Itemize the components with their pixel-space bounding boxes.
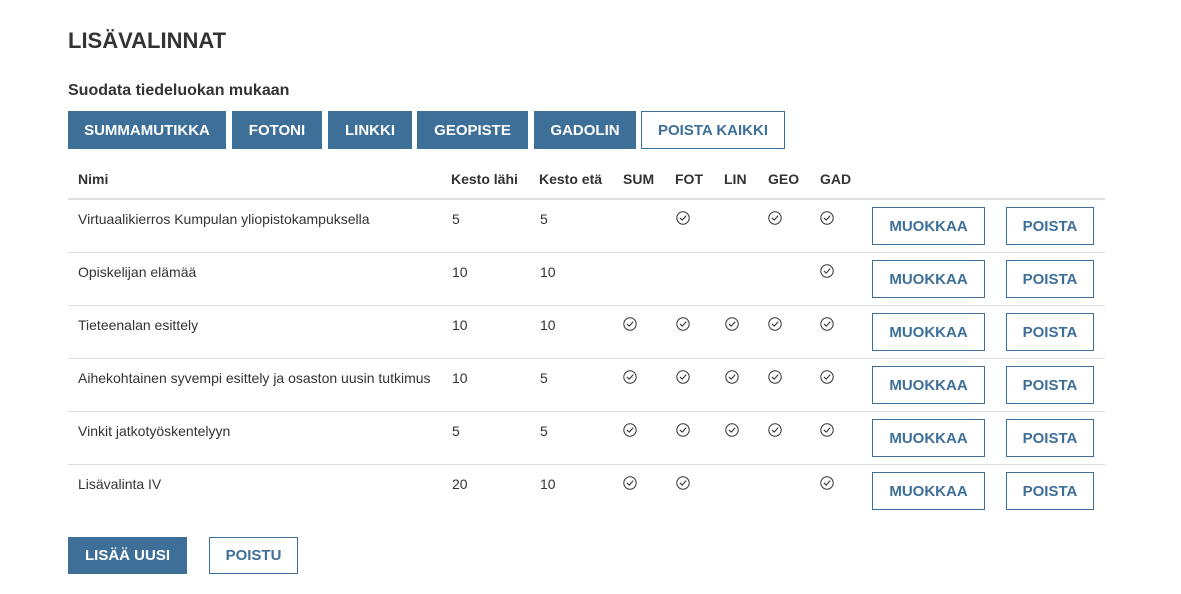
row-duration-far: 10: [540, 476, 556, 492]
row-duration-near: 10: [452, 370, 468, 386]
check-circle-icon: [768, 317, 782, 331]
check-circle-icon: [676, 476, 690, 490]
check-circle-icon: [725, 370, 739, 384]
row-name: Virtuaalikierros Kumpulan yliopistokampu…: [78, 211, 370, 227]
filter-button-linkki[interactable]: LINKKI: [328, 111, 412, 149]
table-row: Aihekohtainen syvempi esittely ja osasto…: [68, 359, 1105, 412]
header-duration-near: Kesto lähi: [451, 171, 518, 187]
check-circle-icon: [676, 211, 690, 225]
delete-button[interactable]: POISTA: [1006, 366, 1094, 404]
edit-button[interactable]: MUOKKAA: [872, 207, 985, 245]
check-circle-icon: [725, 423, 739, 437]
row-name: Vinkit jatkotyöskentelyyn: [78, 423, 231, 439]
clear-filters-button[interactable]: POISTA KAIKKI: [641, 111, 785, 149]
row-duration-near: 5: [452, 423, 460, 439]
row-name: Opiskelijan elämää: [78, 264, 197, 280]
check-circle-icon: [623, 476, 637, 490]
check-circle-icon: [623, 423, 637, 437]
check-circle-icon: [623, 370, 637, 384]
check-circle-icon: [768, 370, 782, 384]
table-body: Virtuaalikierros Kumpulan yliopistokampu…: [68, 200, 1105, 517]
row-name: Lisävalinta IV: [78, 476, 162, 492]
delete-button[interactable]: POISTA: [1006, 313, 1094, 351]
header-lin: LIN: [724, 171, 747, 187]
delete-button[interactable]: POISTA: [1006, 207, 1094, 245]
header-sum: SUM: [623, 171, 655, 187]
exit-button[interactable]: POISTU: [209, 537, 298, 574]
edit-button[interactable]: MUOKKAA: [872, 313, 985, 351]
row-duration-far: 5: [540, 370, 548, 386]
header-geo: GEO: [768, 171, 800, 187]
filter-button-gadolin[interactable]: GADOLIN: [534, 111, 636, 149]
check-circle-icon: [676, 423, 690, 437]
row-duration-far: 10: [540, 264, 556, 280]
filter-button-geopiste[interactable]: GEOPISTE: [417, 111, 528, 149]
check-circle-icon: [623, 317, 637, 331]
filter-button-fotoni[interactable]: FOTONI: [232, 111, 322, 149]
row-duration-near: 10: [452, 264, 468, 280]
header-gad: GAD: [820, 171, 852, 187]
table-row: Vinkit jatkotyöskentelyyn 5 5 MUOKKAA POISTA: [68, 412, 1105, 465]
row-duration-far: 5: [540, 211, 548, 227]
row-name: Aihekohtainen syvempi esittely ja osasto…: [78, 370, 431, 386]
table-row: Opiskelijan elämää 10 10 MUOKKAA POISTA: [68, 253, 1105, 306]
table-row: Virtuaalikierros Kumpulan yliopistokampu…: [68, 200, 1105, 253]
add-new-button[interactable]: LISÄÄ UUSI: [68, 537, 187, 574]
edit-button[interactable]: MUOKKAA: [872, 472, 985, 510]
row-duration-far: 10: [540, 317, 556, 333]
delete-button[interactable]: POISTA: [1006, 260, 1094, 298]
row-duration-near: 5: [452, 211, 460, 227]
check-circle-icon: [768, 423, 782, 437]
check-circle-icon: [820, 264, 834, 278]
check-circle-icon: [676, 317, 690, 331]
header-fot: FOT: [675, 171, 703, 187]
check-circle-icon: [820, 423, 834, 437]
table-row: Tieteenalan esittely 10 10 MUOKKAA POISTA: [68, 306, 1105, 359]
check-circle-icon: [820, 211, 834, 225]
header-duration-far: Kesto etä: [539, 171, 603, 187]
row-duration-near: 10: [452, 317, 468, 333]
row-name: Tieteenalan esittely: [78, 317, 199, 333]
check-circle-icon: [725, 317, 739, 331]
check-circle-icon: [820, 317, 834, 331]
row-duration-near: 20: [452, 476, 468, 492]
filter-label: Suodata tiedeluokan mukaan: [68, 82, 290, 99]
options-table: Nimi Kesto lähi Kesto etä SUM FOT LIN GE…: [68, 160, 1105, 517]
delete-button[interactable]: POISTA: [1006, 419, 1094, 457]
row-duration-far: 5: [540, 423, 548, 439]
edit-button[interactable]: MUOKKAA: [872, 366, 985, 404]
edit-button[interactable]: MUOKKAA: [872, 260, 985, 298]
edit-button[interactable]: MUOKKAA: [872, 419, 985, 457]
check-circle-icon: [820, 476, 834, 490]
delete-button[interactable]: POISTA: [1006, 472, 1094, 510]
check-circle-icon: [820, 370, 834, 384]
table-header: Nimi Kesto lähi Kesto etä SUM FOT LIN GE…: [68, 160, 1105, 200]
table-row: Lisävalinta IV 20 10 MUOKKAA POISTA: [68, 465, 1105, 517]
check-circle-icon: [676, 370, 690, 384]
filter-button-summamutikka[interactable]: SUMMAMUTIKKA: [68, 111, 226, 149]
page-title: LISÄVALINNAT: [68, 28, 227, 53]
header-name: Nimi: [78, 171, 109, 187]
check-circle-icon: [768, 211, 782, 225]
